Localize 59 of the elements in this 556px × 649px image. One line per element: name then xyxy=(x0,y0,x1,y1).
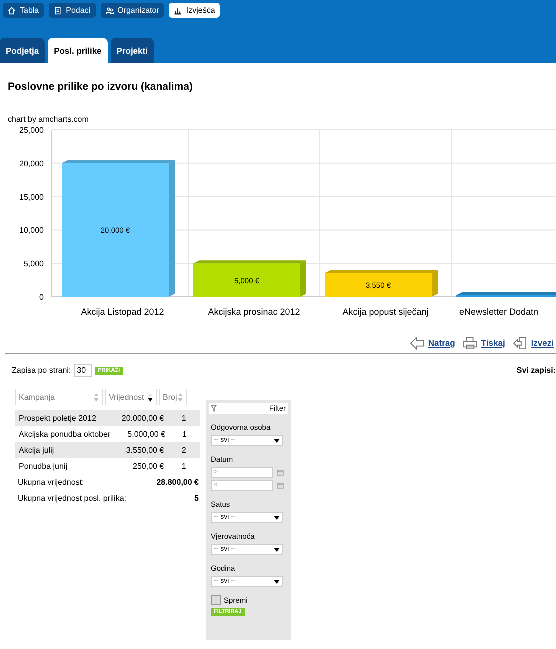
table-cell-text: Akcijska ponudba oktober xyxy=(18,430,112,438)
section-title: Poslovne prilike po izvoru (kanalima) xyxy=(8,81,194,93)
axis-label: 5,000 xyxy=(24,260,44,269)
back-arrow-icon xyxy=(410,336,426,350)
category-label: eNewsletter Dodatn xyxy=(460,307,539,317)
export-icon xyxy=(513,336,528,350)
table-cell-text: 5.000,00 € xyxy=(126,430,166,438)
category-label: Akcijska prosinac 2012 xyxy=(208,307,300,317)
tab[interactable]: Posl. prilike xyxy=(48,38,108,63)
calendar-icon[interactable] xyxy=(277,470,284,476)
table-cell-text: 1 xyxy=(180,414,188,422)
column-header[interactable]: Broj xyxy=(159,389,187,405)
axis-label: 20,000 xyxy=(20,159,44,168)
caret-icon xyxy=(274,548,280,552)
nav-button[interactable]: Izvješća xyxy=(169,3,220,18)
caret-icon xyxy=(274,580,280,584)
tab[interactable]: Podjetja xyxy=(0,38,46,63)
table-cell-text: 250,00 € xyxy=(132,462,166,470)
table-cell-text: 2 xyxy=(180,446,188,454)
total-records-label: Svi zapisi: xyxy=(516,366,556,375)
action-link[interactable]: Izvezi xyxy=(513,337,554,349)
table-cell-text: 1 xyxy=(180,462,188,470)
total-label: Ukupna vrijednost: xyxy=(18,478,84,486)
table-cell-text: Ponudba junij xyxy=(18,462,68,470)
document-icon xyxy=(54,6,62,14)
tab[interactable]: Projekti xyxy=(110,38,154,63)
nav-button[interactable]: Podaci xyxy=(49,3,96,18)
action-link[interactable]: Tiskaj xyxy=(463,337,506,349)
caret-icon xyxy=(274,516,280,520)
column-header[interactable]: Kampanja xyxy=(15,389,103,405)
table-cell-text: Prospekt poletje 2012 xyxy=(18,414,98,422)
axis-label: 10,000 xyxy=(20,226,44,236)
nav-button[interactable]: Tabla xyxy=(3,3,44,18)
axis-label: 15,000 xyxy=(20,192,44,202)
table-cell-text: Akcija julij xyxy=(18,446,56,454)
page-size-label: Zapisa po strani: xyxy=(12,366,72,375)
total-value: 28.800,00 € xyxy=(156,478,199,486)
people-icon xyxy=(106,6,114,14)
home-icon xyxy=(8,6,16,14)
category-label: Akcija Listopad 2012 xyxy=(81,307,164,317)
column-header[interactable]: Vrijednost xyxy=(105,389,157,405)
table-cell-text: 3.550,00 € xyxy=(125,446,166,454)
funnel-icon xyxy=(211,405,217,412)
table-cell-text: 1 xyxy=(182,430,188,438)
nav-button[interactable]: Organizator xyxy=(100,3,164,18)
calendar-icon[interactable] xyxy=(277,482,284,488)
checkbox[interactable] xyxy=(211,595,221,605)
action-link[interactable]: Natrag xyxy=(410,337,456,349)
bar-chart-icon xyxy=(174,6,182,14)
category-label: Akcija popust siječanj xyxy=(342,307,429,317)
axis-label: 0 xyxy=(40,293,44,302)
axis-label: 25,000 xyxy=(20,127,44,135)
printer-icon xyxy=(463,336,478,350)
table-cell-text: 20.000,00 € xyxy=(120,414,166,422)
total-value: 5 xyxy=(194,494,199,502)
caret-icon xyxy=(274,438,280,442)
total-label: Ukupna vrijednost posl. prilika: xyxy=(18,494,126,502)
page-size-field[interactable]: 30 xyxy=(74,364,92,377)
chart-credit: chart by amcharts.com xyxy=(8,115,89,124)
